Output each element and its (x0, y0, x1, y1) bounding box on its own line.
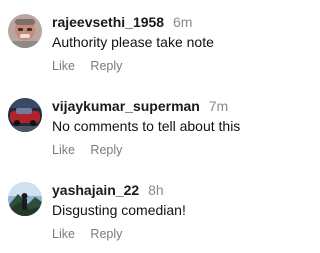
avatar[interactable] (8, 182, 42, 216)
comment-text: No comments to tell about this (52, 118, 241, 134)
comment-header: rajeevsethi_1958 6m (52, 14, 192, 30)
reply-button[interactable]: Reply (90, 59, 122, 73)
comment-actions: Like Reply (52, 227, 122, 241)
comment-item: yashajain_22 8h Disgusting comedian! Lik… (0, 168, 315, 252)
comment-text: Authority please take note (52, 34, 214, 50)
landscape-photo-icon (8, 182, 42, 216)
reply-button[interactable]: Reply (90, 143, 122, 157)
red-car-photo-icon (8, 98, 42, 132)
username[interactable]: yashajain_22 (52, 182, 139, 198)
comment-item: rajeevsethi_1958 6m Authority please tak… (0, 0, 315, 84)
like-button[interactable]: Like (52, 59, 75, 73)
timestamp: 8h (148, 182, 164, 198)
avatar[interactable] (8, 98, 42, 132)
timestamp: 6m (172, 14, 193, 30)
comment-item: vijaykumar_superman 7m No comments to te… (0, 84, 315, 168)
comment-header: vijaykumar_superman 7m (52, 98, 228, 114)
username[interactable]: rajeevsethi_1958 (52, 14, 164, 30)
comment-actions: Like Reply (52, 143, 122, 157)
face-photo-icon (8, 14, 42, 48)
like-button[interactable]: Like (52, 143, 75, 157)
reply-button[interactable]: Reply (90, 227, 122, 241)
comment-text: Disgusting comedian! (52, 202, 186, 218)
comment-header: yashajain_22 8h (52, 182, 164, 198)
like-button[interactable]: Like (52, 227, 75, 241)
avatar[interactable] (8, 14, 42, 48)
comment-actions: Like Reply (52, 59, 122, 73)
username[interactable]: vijaykumar_superman (52, 98, 200, 114)
timestamp: 7m (208, 98, 229, 114)
